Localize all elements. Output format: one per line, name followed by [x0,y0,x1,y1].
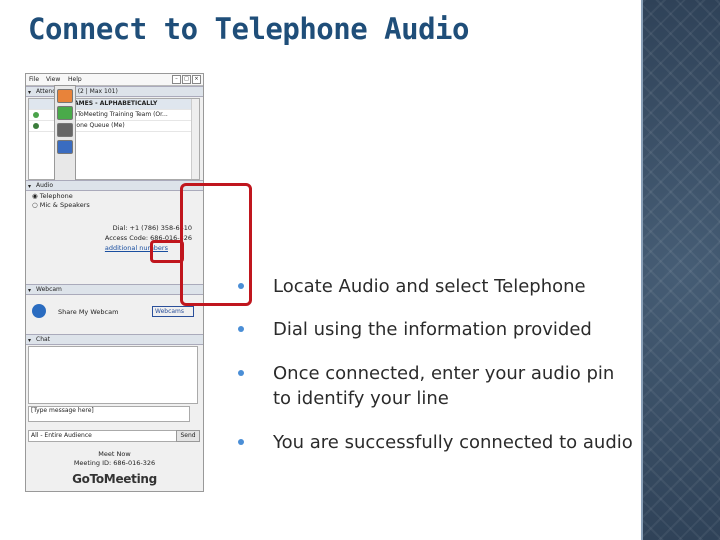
webcam-section: Share My Webcam Webcams [28,300,198,324]
person-icon [33,112,39,118]
gotomeeting-logo: GoToMeeting [72,472,157,486]
chat-recipient-select: All - Entire Audience [28,430,177,442]
bullet-dot [238,370,244,376]
toolbar-column [54,85,76,187]
grid-icon [57,140,73,154]
bullet-dot [238,326,244,332]
webcams-select: Webcams [152,306,194,317]
bullet-item: Locate Audio and select Telephone [238,274,633,299]
chat-log [28,346,198,404]
chat-section-header: ▾ Chat [26,334,203,345]
menu-view: View [46,76,61,83]
menu-file: File [29,76,40,83]
slide-title: Connect to Telephone Audio [28,12,469,46]
bullet-item: You are successfully connected to audio [238,430,633,455]
scrollbar [191,99,199,179]
screen-share-icon [57,89,73,103]
send-button: Send [176,430,200,442]
audio-section: ◉ Telephone ○ Mic & Speakers Dial: +1 (7… [28,192,198,278]
chat-input: [Type message here] [28,406,190,422]
bullet-dot [238,439,244,445]
meeting-name: Meet Now [98,450,131,458]
microphone-icon [57,106,73,120]
meeting-id: Meeting ID: 686-016-326 [73,459,156,467]
menu-help: Help [68,76,82,83]
decorative-side-strip [641,0,720,540]
audio-section-header: ▾ Audio [26,180,203,191]
mic-speakers-option: ○ Mic & Speakers [32,201,90,209]
telephone-option: ◉ Telephone [32,192,73,200]
share-webcam-label: Share My Webcam [58,308,119,316]
phone-icon [33,123,39,129]
additional-numbers-highlight-box [150,240,184,263]
bullet-dot [238,283,244,289]
meeting-info: Meet Now Meeting ID: 686-016-326 [26,450,203,468]
bullet-item: Once connected, enter your audio pin to … [238,361,633,411]
bullet-item: Dial using the information provided [238,317,633,342]
attendee-section-header: ▾ Attendee List (2 | Max 101) [26,86,203,97]
window-buttons: – □ × [171,75,201,84]
webcam-icon [57,123,73,137]
webcam-icon [32,304,46,318]
menu-bar: File View Help – □ × [26,74,203,86]
webcam-section-header: ▾ Webcam [26,284,203,295]
gotomeeting-panel-screenshot: File View Help – □ × ▾ Attendee List (2 | M… [25,73,204,492]
